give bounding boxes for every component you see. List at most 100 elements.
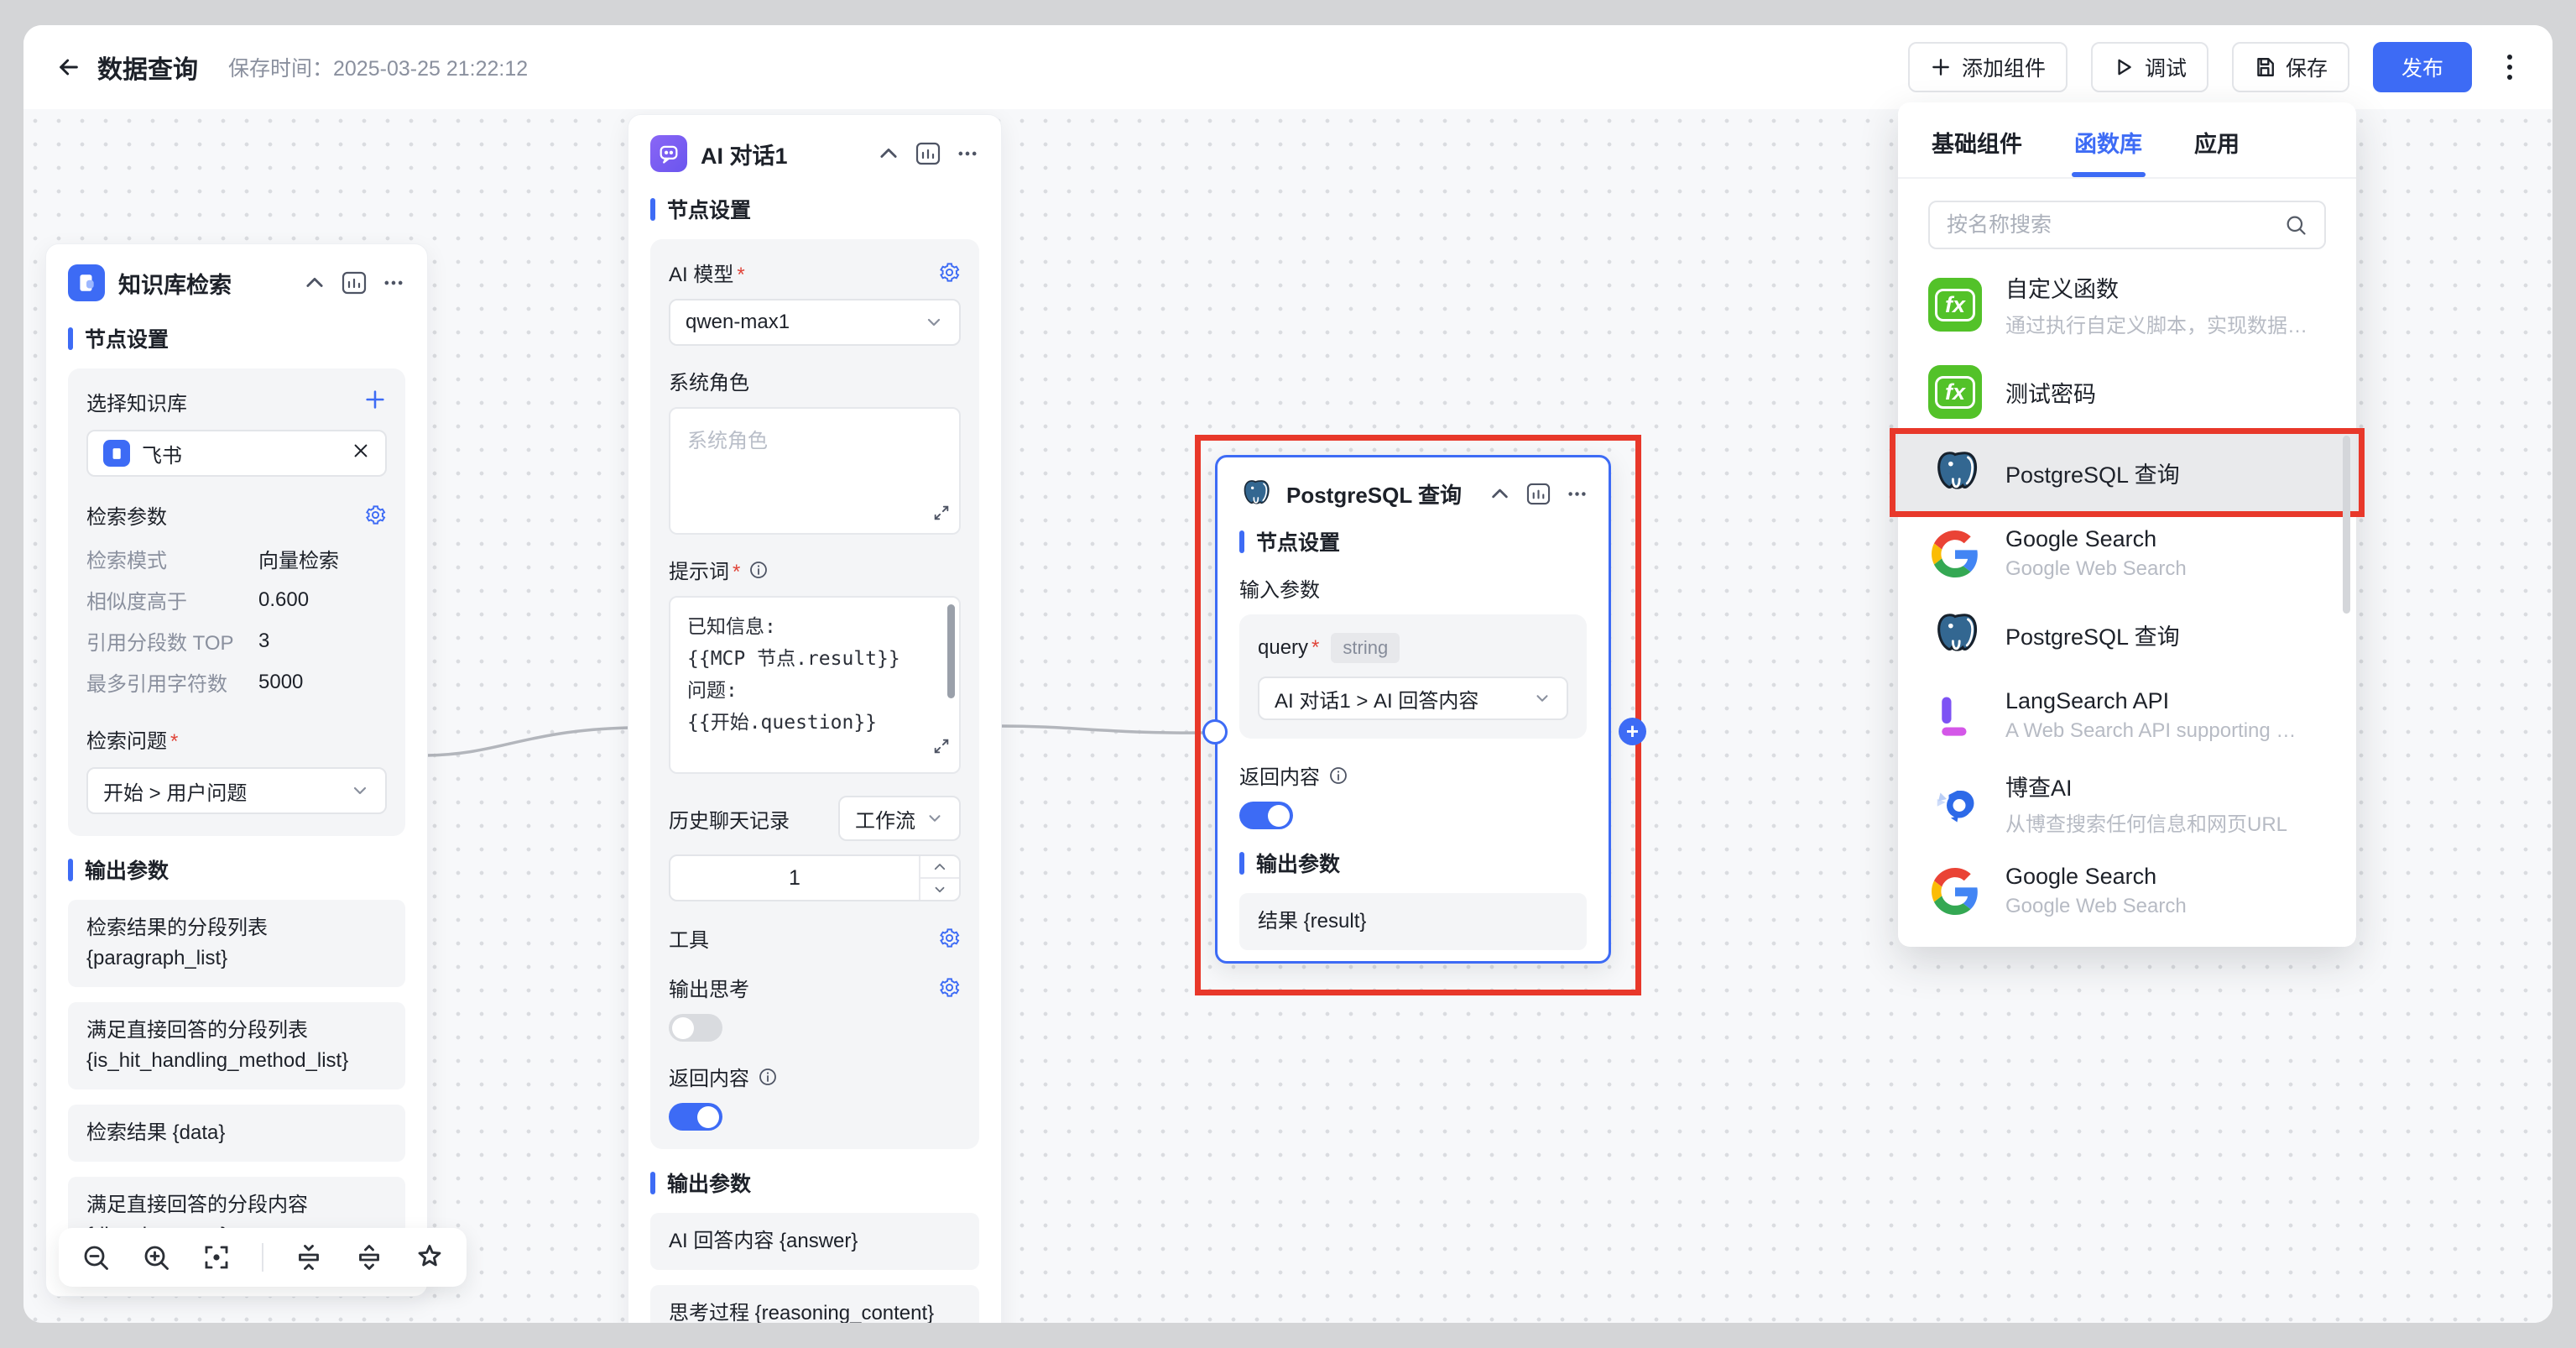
return-content-label: 返回内容 — [1239, 760, 1320, 790]
collapse-icon[interactable] — [1489, 483, 1511, 505]
param-row: 引用分段数 TOP3 — [86, 620, 387, 661]
component-search-box[interactable] — [1928, 201, 2326, 249]
thinking-gear-icon[interactable] — [938, 976, 961, 999]
section-output-params: 输出参数 — [1239, 848, 1587, 878]
node-title: AI 对话1 — [701, 138, 863, 170]
node-more-icon[interactable] — [1566, 483, 1588, 505]
beautify-layout-icon[interactable] — [415, 1242, 445, 1272]
add-kb-icon[interactable] — [363, 388, 387, 415]
expand-nodes-icon[interactable] — [354, 1242, 384, 1272]
debug-button[interactable]: 调试 — [2091, 42, 2208, 92]
param-name: query* — [1258, 636, 1319, 660]
thinking-label: 输出思考 — [669, 973, 749, 1002]
query-value-select[interactable]: AI 对话1 > AI 回答内容 — [1258, 677, 1568, 720]
stepper-up-icon[interactable] — [920, 856, 959, 879]
list-item-bocha-ai[interactable]: 博查AI从博查搜索任何信息和网页URL — [1898, 756, 2356, 850]
thinking-toggle[interactable] — [669, 1014, 722, 1042]
node-more-icon[interactable] — [956, 142, 979, 165]
collapse-icon[interactable] — [303, 271, 326, 295]
back-button[interactable] — [52, 50, 86, 84]
chevron-down-icon — [350, 781, 370, 801]
save-icon — [2254, 56, 2276, 78]
more-menu-button[interactable] — [2495, 42, 2524, 92]
play-icon — [2113, 56, 2135, 78]
fx-icon: fx — [1928, 278, 1982, 332]
node-title: PostgreSQL 查询 — [1286, 478, 1475, 509]
node-postgresql-query[interactable]: PostgreSQL 查询 节点设置 输入参数 query* string — [1215, 455, 1611, 964]
history-mode-select[interactable]: 工作流 — [838, 796, 961, 841]
history-count-input[interactable]: 1 — [669, 854, 961, 901]
langsearch-icon — [1928, 689, 1982, 743]
list-item-google-search[interactable]: Google SearchGoogle Web Search — [1898, 850, 2356, 932]
publish-button[interactable]: 发布 — [2373, 42, 2472, 92]
input-port[interactable] — [1202, 719, 1228, 745]
list-item-langsearch-api[interactable]: LangSearch APIA Web Search API supportin… — [1898, 675, 2356, 756]
collapse-icon[interactable] — [877, 142, 900, 165]
question-select[interactable]: 开始 > 用户问题 — [86, 767, 387, 814]
chevron-down-icon — [926, 809, 944, 828]
zoom-in-icon[interactable] — [141, 1242, 171, 1272]
info-icon — [1328, 765, 1348, 786]
add-component-button[interactable]: 添加组件 — [1908, 42, 2068, 92]
output-item: 检索结果的分段列表{paragraph_list} — [68, 900, 405, 987]
tab-basic-components[interactable]: 基础组件 — [1932, 126, 2022, 177]
stepper-down-icon[interactable] — [920, 879, 959, 900]
chevron-down-icon — [924, 312, 944, 332]
expand-icon[interactable] — [932, 734, 951, 765]
prompt-textarea[interactable]: 已知信息: {{MCP 节点.result}} 问题: {{开始.questio… — [669, 596, 961, 774]
list-item-test-password[interactable]: fx 测试密码 — [1898, 352, 2356, 432]
return-content-toggle[interactable] — [669, 1103, 722, 1131]
retrieval-params-label: 检索参数 — [86, 500, 167, 530]
param-row: 相似度高于0.600 — [86, 579, 387, 620]
save-button[interactable]: 保存 — [2232, 42, 2349, 92]
page-title: 数据查询 — [97, 49, 198, 86]
node-ai-chat[interactable]: AI 对话1 节点设置 AI 模型* qwen-max1 系统角色 — [628, 114, 1002, 1323]
textarea-scrollbar[interactable] — [947, 604, 955, 698]
run-result-chart-icon[interactable] — [915, 142, 941, 165]
select-kb-label: 选择知识库 — [86, 387, 187, 416]
list-item-postgresql-query[interactable]: PostgreSQL 查询 — [1898, 594, 2356, 675]
return-content-toggle[interactable] — [1239, 802, 1293, 829]
expand-icon[interactable] — [932, 504, 951, 526]
remove-kb-icon[interactable] — [352, 441, 370, 466]
google-icon — [1928, 527, 1982, 581]
output-item: 满足直接回答的分段列表{is_hit_handling_method_list} — [68, 1002, 405, 1089]
canvas-toolbar — [59, 1228, 467, 1287]
search-input[interactable] — [1947, 213, 2271, 238]
top-bar: 数据查询 保存时间：2025-03-25 21:22:12 添加组件 调试 保存… — [23, 25, 2553, 109]
pg-node-area: PostgreSQL 查询 节点设置 输入参数 query* string — [1195, 435, 1641, 995]
postgresql-icon — [1928, 608, 1982, 661]
feishu-doc-icon — [103, 440, 130, 467]
param-row: 检索模式向量检索 — [86, 538, 387, 579]
run-result-chart-icon[interactable] — [342, 271, 367, 295]
info-icon — [748, 560, 769, 580]
question-label: 检索问题* — [86, 724, 387, 754]
panel-scrollbar[interactable] — [2343, 436, 2350, 614]
list-item-custom-function[interactable]: fx 自定义函数通过执行自定义脚本，实现数据处理 — [1898, 258, 2356, 352]
edge-ai-to-pg — [1000, 726, 1203, 733]
fit-view-icon[interactable] — [201, 1242, 232, 1272]
search-icon — [2284, 213, 2307, 237]
kb-name: 飞书 — [142, 439, 352, 468]
system-role-textarea[interactable]: 系统角色 — [669, 407, 961, 535]
add-next-node-button[interactable]: + — [1619, 718, 1646, 745]
postgresql-icon — [1928, 446, 1982, 499]
tab-applications[interactable]: 应用 — [2194, 126, 2240, 177]
input-params-label: 输入参数 — [1239, 573, 1587, 603]
zoom-out-icon[interactable] — [81, 1242, 111, 1272]
node-knowledge-retrieval[interactable]: 知识库检索 节点设置 选择知识库 飞书 检 — [45, 243, 428, 1297]
tab-function-library[interactable]: 函数库 — [2074, 126, 2142, 177]
run-result-chart-icon[interactable] — [1526, 483, 1551, 505]
tools-gear-icon[interactable] — [938, 927, 961, 949]
model-gear-icon[interactable] — [938, 261, 961, 284]
node-more-icon[interactable] — [382, 271, 405, 295]
model-select[interactable]: qwen-max1 — [669, 299, 961, 346]
component-list: fx 自定义函数通过执行自定义脚本，实现数据处理 fx 测试密码 Postgre… — [1898, 258, 2356, 932]
list-item-google-search[interactable]: Google SearchGoogle Web Search — [1898, 513, 2356, 594]
list-item-postgresql-query-highlighted[interactable]: PostgreSQL 查询 — [1898, 432, 2356, 513]
collapse-nodes-icon[interactable] — [294, 1242, 324, 1272]
node-title: 知识库检索 — [118, 267, 289, 300]
section-node-settings: 节点设置 — [650, 194, 979, 224]
kb-selected-item[interactable]: 飞书 — [86, 430, 387, 477]
params-gear-icon[interactable] — [364, 504, 387, 526]
